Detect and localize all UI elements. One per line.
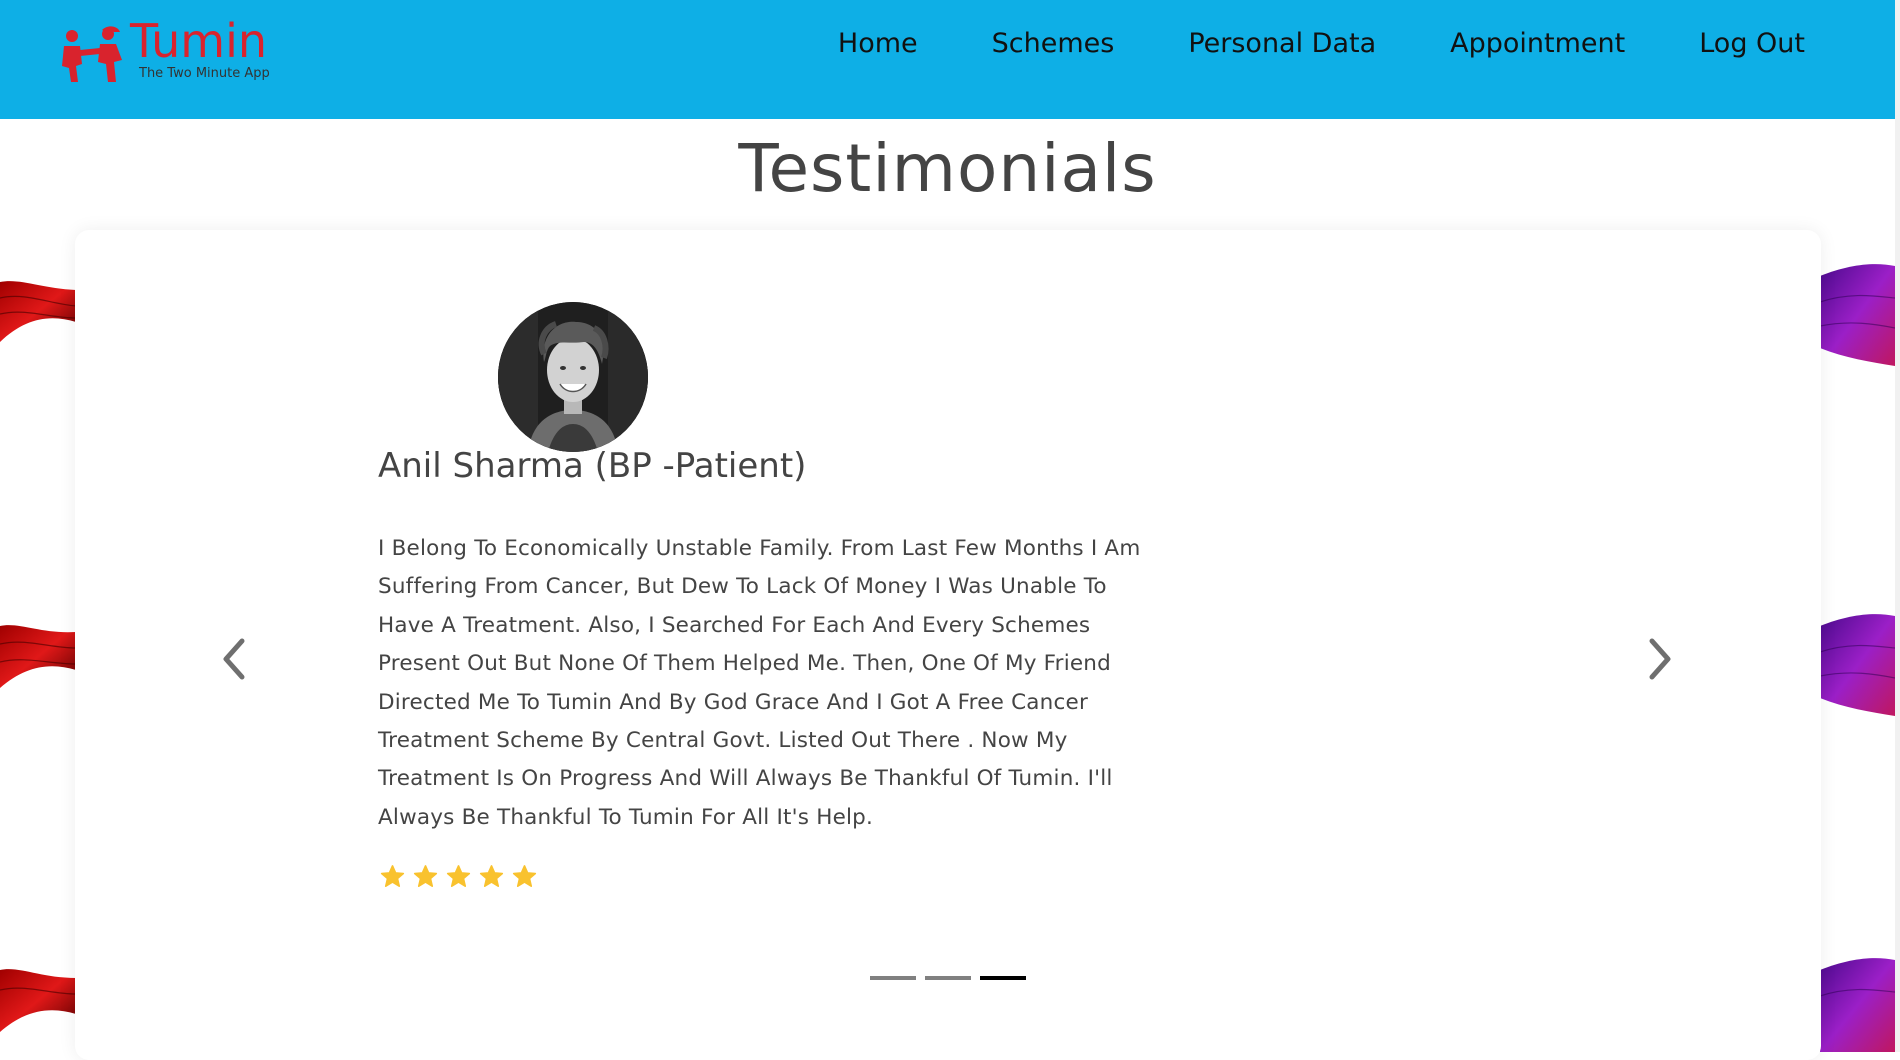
testimonial-author: Anil Sharma (BP -Patient) (378, 446, 807, 486)
nav-personal-data[interactable]: Personal Data (1188, 28, 1376, 59)
brand-tagline: The Two Minute App (139, 66, 270, 81)
page-scrollbar[interactable] (1895, 0, 1900, 1052)
section-title: Testimonials (738, 130, 1157, 207)
kids-playing-logo-icon (62, 26, 122, 82)
purple-ribbon-bottom-right (1820, 958, 1895, 1052)
purple-ribbon-top-right (1820, 264, 1895, 366)
carousel-indicator-1[interactable] (870, 976, 916, 980)
navbar: Tumin The Two Minute App Home Schemes Pe… (0, 0, 1895, 119)
brand-name: Tumin (130, 14, 268, 68)
star-icon (512, 865, 537, 887)
nav-schemes[interactable]: Schemes (992, 28, 1115, 59)
star-icon (446, 865, 471, 887)
star-icon (413, 865, 438, 887)
nav-appointment[interactable]: Appointment (1450, 28, 1625, 59)
red-ribbon-mid-left (0, 625, 76, 688)
carousel-next-button[interactable] (1644, 635, 1676, 683)
red-ribbon-top-left (0, 281, 76, 342)
purple-ribbon-mid-right (1820, 614, 1895, 716)
main-nav: Home Schemes Personal Data Appointment L… (764, 28, 1805, 59)
testimonial-text: I Belong To Economically Unstable Family… (378, 536, 1141, 830)
carousel-indicators (870, 976, 1026, 980)
red-ribbon-bottom-left (0, 969, 76, 1032)
rating-stars (380, 864, 537, 889)
star-icon (479, 865, 504, 887)
avatar (498, 302, 648, 452)
carousel-indicator-2[interactable] (925, 976, 971, 980)
person-photo-icon (498, 302, 648, 452)
carousel-prev-button[interactable] (218, 635, 250, 683)
nav-home[interactable]: Home (838, 28, 918, 59)
carousel-indicator-3[interactable] (980, 976, 1026, 980)
nav-log-out[interactable]: Log Out (1699, 28, 1805, 59)
brand-logo[interactable]: Tumin The Two Minute App (58, 14, 288, 88)
star-icon (380, 865, 405, 887)
